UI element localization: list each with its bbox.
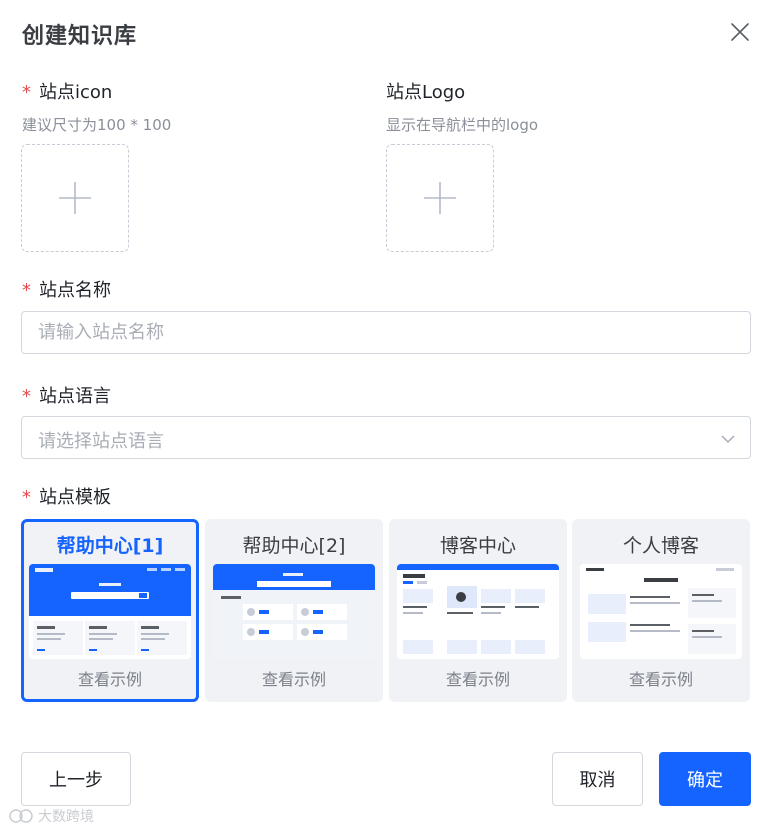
template-name: 帮助中心[1]	[56, 535, 164, 557]
required-mark: *	[22, 280, 31, 301]
required-mark: *	[22, 386, 31, 407]
plus-icon	[424, 182, 456, 214]
create-knowledge-base-dialog: 创建知识库 * 站点icon 建议尺寸为100 * 100 站点Logo 显示在导…	[0, 0, 773, 831]
dialog-title: 创建知识库	[22, 24, 138, 49]
chevron-down-icon	[720, 431, 736, 451]
site-language-label: * 站点语言	[22, 382, 111, 408]
previous-step-button[interactable]: 上一步	[21, 752, 131, 806]
site-icon-upload[interactable]	[21, 144, 129, 252]
site-template-label-text: 站点模板	[39, 487, 111, 508]
close-icon[interactable]	[728, 20, 752, 44]
template-preview-image	[29, 564, 191, 659]
confirm-button[interactable]: 确定	[659, 752, 751, 806]
site-language-label-text: 站点语言	[39, 386, 111, 407]
site-name-input[interactable]	[22, 312, 750, 353]
template-preview-image	[213, 564, 375, 659]
site-icon-label-text: 站点icon	[39, 82, 113, 103]
site-language-select[interactable]: 请选择站点语言	[21, 416, 751, 459]
watermark-text: 大数跨境	[38, 809, 94, 825]
site-template-label: * 站点模板	[22, 483, 111, 509]
template-name: 个人博客	[622, 535, 699, 557]
required-mark: *	[22, 487, 31, 508]
required-mark: *	[22, 82, 31, 103]
view-example-link[interactable]: 查看示例	[24, 666, 196, 690]
site-name-label-text: 站点名称	[39, 280, 111, 301]
site-logo-upload[interactable]	[386, 144, 494, 252]
site-name-label: * 站点名称	[22, 276, 111, 302]
watermark-logo-icon	[9, 809, 33, 823]
cancel-button[interactable]: 取消	[552, 752, 643, 806]
template-card-personal-blog[interactable]: 个人博客 查看示例	[572, 519, 750, 702]
view-example-link[interactable]: 查看示例	[572, 666, 750, 690]
view-example-link[interactable]: 查看示例	[389, 666, 567, 690]
template-preview-image	[397, 564, 559, 659]
site-icon-label: * 站点icon	[22, 78, 112, 104]
template-preview-image	[580, 564, 742, 659]
template-card-help-center-1[interactable]: 帮助中心[1] 查看示例	[21, 519, 199, 702]
template-name: 帮助中心[2]	[242, 535, 346, 557]
template-card-blog-center[interactable]: 博客中心 查看示例	[389, 519, 567, 702]
plus-icon	[59, 182, 91, 214]
site-icon-hint: 建议尺寸为100 * 100	[22, 116, 172, 134]
site-logo-label: 站点Logo	[386, 82, 466, 103]
site-logo-hint: 显示在导航栏中的logo	[386, 116, 539, 134]
template-card-help-center-2[interactable]: 帮助中心[2] 查看示例	[205, 519, 383, 702]
site-language-placeholder: 请选择站点语言	[38, 431, 164, 452]
site-name-field[interactable]	[21, 311, 751, 354]
watermark: 大数跨境	[8, 806, 94, 826]
template-name: 博客中心	[439, 535, 516, 557]
view-example-link[interactable]: 查看示例	[205, 666, 383, 690]
